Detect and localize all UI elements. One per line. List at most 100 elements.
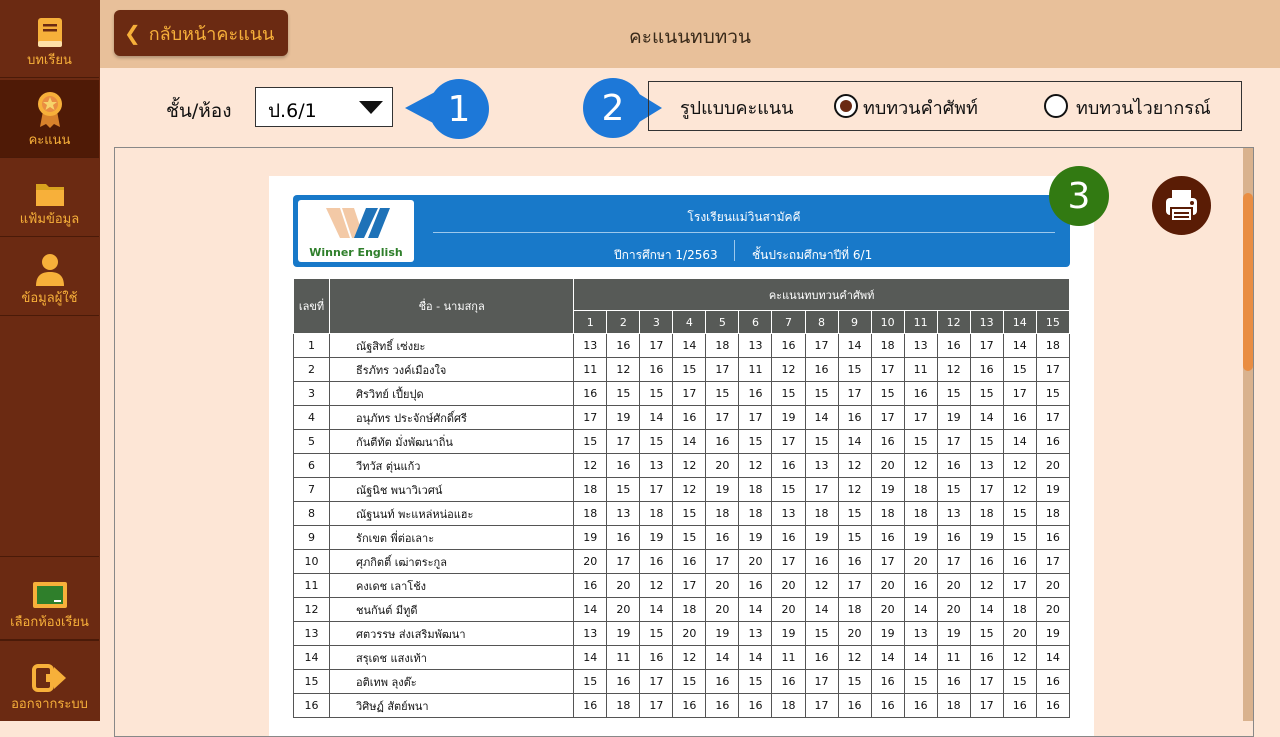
school-logo: Winner English: [298, 200, 414, 262]
class-select-value: ป.6/1: [268, 100, 317, 122]
score-cell: 15: [672, 501, 707, 526]
score-cell: 19: [1035, 477, 1071, 502]
score-cell: 15: [969, 621, 1004, 646]
score-cell: 17: [1035, 405, 1071, 430]
score-cell: 14: [969, 597, 1004, 622]
score-cell: 16: [1002, 693, 1037, 718]
print-button[interactable]: [1152, 176, 1211, 235]
score-cell: 17: [639, 669, 674, 694]
row-number: 7: [292, 477, 331, 502]
score-cell: 14: [672, 429, 707, 454]
col-header-name: ชื่อ - นามสกุล: [329, 278, 575, 334]
score-cell: 17: [705, 357, 740, 382]
student-name: สรุเดช แสงเท้า: [329, 645, 575, 670]
score-cell: 19: [606, 621, 641, 646]
score-cell: 16: [639, 549, 674, 574]
student-name: ศิรวิทย์ เปี้ยปุด: [329, 381, 575, 406]
table-row: 3 ศิรวิทย์ เปี้ยปุด 16 15 15 17 15 16 15 15 17 15 16…: [292, 381, 1071, 406]
score-cell: 13: [936, 501, 971, 526]
score-cell: 12: [672, 453, 707, 478]
score-cell: 14: [804, 405, 839, 430]
class-label: ชั้น/ห้อง: [166, 100, 232, 122]
radio-vocab-label[interactable]: ทบทวนคำศัพท์: [863, 93, 978, 122]
sidebar-item-scores[interactable]: คะแนน: [0, 80, 99, 158]
score-cell: 19: [771, 621, 806, 646]
score-cell: 15: [936, 381, 971, 406]
header-separator: [734, 240, 735, 261]
score-cell: 11: [771, 645, 806, 670]
sidebar-item-logout[interactable]: ออกจากระบบ: [0, 640, 99, 721]
score-cell: 16: [903, 381, 938, 406]
score-cell: 17: [738, 405, 773, 430]
score-cell: 19: [903, 525, 938, 550]
student-name: ณัฐนนท์ พะแหล่หน่อแฮะ: [329, 501, 575, 526]
score-cell: 20: [705, 453, 740, 478]
score-cell: 14: [969, 405, 1004, 430]
score-cell: 17: [969, 477, 1004, 502]
score-col-header: 2: [606, 310, 641, 334]
student-name: ณัฐสิทธิ์ เซ่งยะ: [329, 333, 575, 358]
score-cell: 12: [606, 357, 641, 382]
score-cell: 15: [837, 357, 872, 382]
score-cell: 20: [1035, 597, 1071, 622]
score-cell: 18: [804, 501, 839, 526]
sidebar: บทเรียน คะแนน แฟ้มข้อมูล ข้อมูลผู้ใช้ เล…: [0, 0, 100, 721]
score-cell: 17: [672, 573, 707, 598]
table-row: 13 ศตวรรษ ส่งเสริมพัฒนา 13 19 15 20 19 13 19 15 20…: [292, 621, 1071, 646]
score-cell: 16: [936, 453, 971, 478]
score-cell: 19: [969, 525, 1004, 550]
score-cell: 16: [672, 549, 707, 574]
score-cell: 15: [837, 501, 872, 526]
sidebar-item-profile[interactable]: ข้อมูลผู้ใช้: [0, 238, 99, 316]
score-cell: 18: [738, 501, 773, 526]
score-cell: 15: [870, 381, 905, 406]
score-cell: 16: [1035, 429, 1071, 454]
radio-grammar[interactable]: [1044, 94, 1068, 118]
folder-icon: [35, 184, 64, 206]
score-cell: 12: [1002, 453, 1037, 478]
sidebar-item-label: ข้อมูลผู้ใช้: [21, 291, 78, 306]
radio-grammar-label[interactable]: ทบทวนไวยากรณ์: [1076, 93, 1211, 122]
scrollbar-thumb[interactable]: [1243, 193, 1253, 371]
row-number: 2: [292, 357, 331, 382]
score-cell: 12: [771, 357, 806, 382]
score-cell: 19: [870, 621, 905, 646]
score-cell: 13: [738, 333, 773, 358]
score-cell: 17: [903, 405, 938, 430]
score-cell: 16: [738, 573, 773, 598]
score-col-header: 10: [870, 310, 905, 334]
class-select[interactable]: ป.6/1: [255, 87, 393, 127]
score-cell: 16: [837, 549, 872, 574]
score-cell: 16: [606, 333, 641, 358]
score-cell: 17: [639, 693, 674, 718]
row-number: 3: [292, 381, 331, 406]
score-cell: 16: [771, 669, 806, 694]
score-cell: 18: [870, 333, 905, 358]
score-cell: 17: [804, 477, 839, 502]
score-cell: 17: [672, 381, 707, 406]
score-cell: 20: [771, 573, 806, 598]
score-cell: 11: [573, 357, 608, 382]
score-cell: 17: [705, 549, 740, 574]
score-cell: 15: [573, 429, 608, 454]
score-cell: 17: [837, 381, 872, 406]
score-cell: 15: [1002, 501, 1037, 526]
score-col-header: 13: [969, 310, 1004, 334]
score-cell: 15: [969, 429, 1004, 454]
score-cell: 16: [837, 693, 872, 718]
score-cell: 16: [639, 645, 674, 670]
score-cell: 17: [969, 333, 1004, 358]
score-cell: 20: [870, 453, 905, 478]
book-icon: [37, 18, 62, 47]
score-cell: 17: [936, 549, 971, 574]
user-icon: [35, 254, 64, 286]
sidebar-item-lessons[interactable]: บทเรียน: [0, 0, 99, 78]
score-cell: 16: [738, 693, 773, 718]
sidebar-item-select-class[interactable]: เลือกห้องเรียน: [0, 556, 99, 640]
radio-vocab[interactable]: [834, 94, 858, 118]
sidebar-item-files[interactable]: แฟ้มข้อมูล: [0, 159, 99, 237]
table-row: 1 ณัฐสิทธิ์ เซ่งยะ 13 16 17 14 18 13 16 17 14 18 13 1…: [292, 333, 1071, 358]
score-cell: 16: [936, 525, 971, 550]
score-cell: 19: [804, 525, 839, 550]
score-col-header: 3: [639, 310, 674, 334]
